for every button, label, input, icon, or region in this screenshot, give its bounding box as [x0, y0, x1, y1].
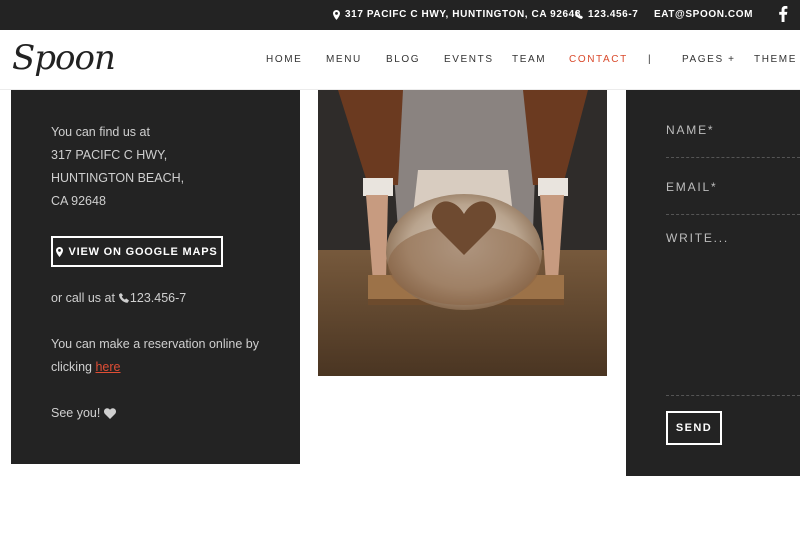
bread-photo — [318, 90, 607, 376]
signoff-line: See you! — [51, 405, 117, 421]
nav-home[interactable]: HOME — [266, 54, 302, 65]
site-logo[interactable]: Spoon — [12, 38, 116, 78]
contact-info-card: You can find us at 317 PACIFC C HWY, HUN… — [11, 90, 300, 464]
reservation-prefix: clicking — [51, 360, 92, 374]
nav-contact[interactable]: CONTACT — [569, 54, 628, 65]
message-field[interactable]: WRITE... — [666, 231, 729, 245]
nav-menu[interactable]: MENU — [326, 54, 362, 65]
main-navbar: Spoon HOME MENU BLOG EVENTS TEAM CONTACT… — [0, 30, 800, 90]
reservation-here-link[interactable]: here — [95, 360, 120, 374]
nav-theme[interactable]: THEME F — [754, 54, 800, 65]
bread-image — [318, 90, 607, 376]
topbar-email-text: EAT@SPOON.COM — [654, 9, 754, 20]
address-line-1: 317 PACIFC C HWY, — [51, 148, 168, 162]
find-us-text: You can find us at — [51, 125, 150, 139]
email-field-underline — [666, 214, 800, 215]
nav-blog[interactable]: BLOG — [386, 54, 420, 65]
topbar-email-link[interactable]: EAT@SPOON.COM — [654, 9, 753, 20]
topbar-address: 317 PACIFC C HWY, HUNTINGTON, CA 92648 — [333, 9, 581, 20]
reservation-text: You can make a reservation online by — [51, 337, 260, 351]
send-button[interactable]: SEND — [666, 411, 722, 445]
phone-icon — [575, 10, 583, 19]
reservation-line-2: clicking here — [51, 359, 121, 375]
name-field[interactable]: NAME* — [666, 123, 714, 137]
nav-team[interactable]: TEAM — [512, 54, 546, 65]
signoff-text: See you! — [51, 406, 101, 420]
view-google-maps-button[interactable]: VIEW ON GOOGLE MAPS — [51, 236, 223, 267]
address-line-3: CA 92648 — [51, 194, 106, 208]
name-field-underline — [666, 157, 800, 158]
message-field-underline — [666, 395, 800, 396]
heart-icon — [104, 407, 117, 419]
email-field[interactable]: EMAIL* — [666, 180, 717, 194]
phone-icon — [118, 293, 129, 303]
call-prefix: or call us at — [51, 291, 115, 305]
top-info-bar: 317 PACIFC C HWY, HUNTINGTON, CA 92648 1… — [0, 0, 800, 30]
map-pin-icon — [56, 246, 64, 257]
call-us-line: or call us at 123.456-7 — [51, 290, 186, 306]
maps-button-label: VIEW ON GOOGLE MAPS — [68, 245, 218, 258]
call-number[interactable]: 123.456-7 — [130, 290, 186, 306]
topbar-phone-text: 123.456-7 — [588, 9, 639, 20]
contact-form-card: NAME* EMAIL* WRITE... SEND — [626, 90, 800, 476]
map-pin-icon — [333, 9, 340, 20]
nav-separator: | — [648, 54, 653, 65]
nav-events[interactable]: EVENTS — [444, 54, 494, 65]
nav-pages[interactable]: PAGES + — [682, 54, 736, 65]
topbar-address-text: 317 PACIFC C HWY, HUNTINGTON, CA 92648 — [345, 9, 581, 20]
topbar-phone[interactable]: 123.456-7 — [575, 9, 638, 20]
address-line-2: HUNTINGTON BEACH, — [51, 171, 185, 185]
facebook-icon[interactable] — [778, 6, 788, 22]
